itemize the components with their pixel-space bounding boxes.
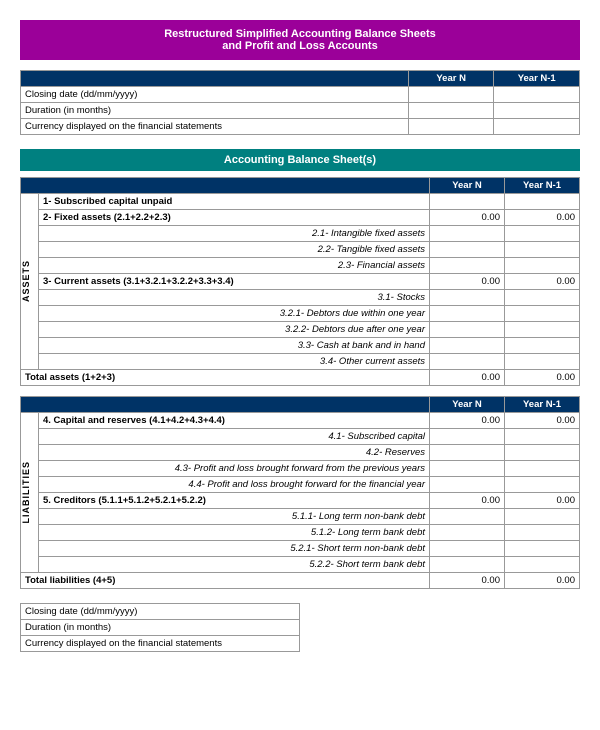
- lt-bank-label: 5.1.2- Long term bank debt: [39, 525, 430, 541]
- assets-row-2: 2- Fixed assets (2.1+2.2+2.3) 0.00 0.00: [21, 210, 580, 226]
- bottom-row-3: Currency displayed on the financial stat…: [21, 636, 300, 652]
- fixed-assets-year-n: 0.00: [430, 210, 505, 226]
- liab-total-row: Total liabilities (4+5) 0.00 0.00: [21, 573, 580, 589]
- creditors-year-n: 0.00: [430, 493, 505, 509]
- subscribed-capital-label: 1- Subscribed capital unpaid: [39, 194, 430, 210]
- liab-row-10: 5.2.2- Short term bank debt: [21, 557, 580, 573]
- fixed-assets-year-n1: 0.00: [505, 210, 580, 226]
- assets-row-4: 2.2- Tangible fixed assets: [21, 242, 580, 258]
- liab-row-9: 5.2.1- Short term non-bank debt: [21, 541, 580, 557]
- currency-label: Currency displayed on the financial stat…: [21, 119, 409, 135]
- top-header-year-n1: Year N-1: [494, 71, 580, 87]
- total-assets-year-n: 0.00: [430, 370, 505, 386]
- liab-row-4: 4.3- Profit and loss brought forward fro…: [21, 461, 580, 477]
- current-assets-year-n: 0.00: [430, 274, 505, 290]
- main-title: Restructured Simplified Accounting Balan…: [20, 20, 580, 60]
- reserves-label: 4.2- Reserves: [39, 445, 430, 461]
- assets-header-year-n1: Year N-1: [505, 178, 580, 194]
- total-assets-label: Total assets (1+2+3): [21, 370, 430, 386]
- bottom-info-table: Closing date (dd/mm/yyyy) Duration (in m…: [20, 603, 300, 652]
- creditors-label: 5. Creditors (5.1.1+5.1.2+5.2.1+5.2.2): [39, 493, 430, 509]
- liab-rotated-label: LIABILITIES: [21, 413, 39, 573]
- financial-assets-label: 2.3- Financial assets: [39, 258, 430, 274]
- total-assets-year-n1: 0.00: [505, 370, 580, 386]
- assets-table: Year N Year N-1 ASSETS 1- Subscribed cap…: [20, 177, 580, 386]
- assets-rotated-label: ASSETS: [21, 194, 39, 370]
- total-liab-year-n1: 0.00: [505, 573, 580, 589]
- fixed-assets-label: 2- Fixed assets (2.1+2.2+2.3): [39, 210, 430, 226]
- assets-header-empty: [21, 178, 430, 194]
- pl-previous-label: 4.3- Profit and loss brought forward fro…: [39, 461, 430, 477]
- other-current-label: 3.4- Other current assets: [39, 354, 430, 370]
- assets-header-year-n: Year N: [430, 178, 505, 194]
- st-bank-label: 5.2.2- Short term bank debt: [39, 557, 430, 573]
- debtors-within-label: 3.2.1- Debtors due within one year: [39, 306, 430, 322]
- closing-date-label: Closing date (dd/mm/yyyy): [21, 87, 409, 103]
- debtors-after-label: 3.2.2- Debtors due after one year: [39, 322, 430, 338]
- top-info-table: Year N Year N-1 Closing date (dd/mm/yyyy…: [20, 70, 580, 135]
- assets-row-9: 3.2.2- Debtors due after one year: [21, 322, 580, 338]
- liab-row-3: 4.2- Reserves: [21, 445, 580, 461]
- assets-total-row: Total assets (1+2+3) 0.00 0.00: [21, 370, 580, 386]
- bottom-row-1: Closing date (dd/mm/yyyy): [21, 604, 300, 620]
- top-info-row-3: Currency displayed on the financial stat…: [21, 119, 580, 135]
- liab-row-6: 5. Creditors (5.1.1+5.1.2+5.2.1+5.2.2) 0…: [21, 493, 580, 509]
- stocks-label: 3.1- Stocks: [39, 290, 430, 306]
- assets-row-10: 3.3- Cash at bank and in hand: [21, 338, 580, 354]
- st-nonbank-label: 5.2.1- Short term non-bank debt: [39, 541, 430, 557]
- total-liab-year-n: 0.00: [430, 573, 505, 589]
- duration-label: Duration (in months): [21, 103, 409, 119]
- liab-row-5: 4.4- Profit and loss brought forward for…: [21, 477, 580, 493]
- top-info-row-2: Duration (in months): [21, 103, 580, 119]
- capital-reserves-year-n: 0.00: [430, 413, 505, 429]
- top-header-year-n: Year N: [408, 71, 494, 87]
- assets-row-7: 3.1- Stocks: [21, 290, 580, 306]
- assets-row-11: 3.4- Other current assets: [21, 354, 580, 370]
- bottom-duration-label: Duration (in months): [21, 620, 300, 636]
- current-assets-year-n1: 0.00: [505, 274, 580, 290]
- liab-row-7: 5.1.1- Long term non-bank debt: [21, 509, 580, 525]
- lt-nonbank-label: 5.1.1- Long term non-bank debt: [39, 509, 430, 525]
- balance-sheet-title: Accounting Balance Sheet(s): [20, 149, 580, 171]
- assets-row-5: 2.3- Financial assets: [21, 258, 580, 274]
- top-header-empty: [21, 71, 409, 87]
- current-assets-label: 3- Current assets (3.1+3.2.1+3.2.2+3.3+3…: [39, 274, 430, 290]
- liab-row-8: 5.1.2- Long term bank debt: [21, 525, 580, 541]
- top-info-row-1: Closing date (dd/mm/yyyy): [21, 87, 580, 103]
- bottom-row-2: Duration (in months): [21, 620, 300, 636]
- liab-header-empty: [21, 397, 430, 413]
- liab-header-year-n1: Year N-1: [505, 397, 580, 413]
- liab-row-2: 4.1- Subscribed capital: [21, 429, 580, 445]
- tangible-label: 2.2- Tangible fixed assets: [39, 242, 430, 258]
- assets-row-1: ASSETS 1- Subscribed capital unpaid: [21, 194, 580, 210]
- assets-row-8: 3.2.1- Debtors due within one year: [21, 306, 580, 322]
- bottom-closing-label: Closing date (dd/mm/yyyy): [21, 604, 300, 620]
- liab-header-year-n: Year N: [430, 397, 505, 413]
- cash-label: 3.3- Cash at bank and in hand: [39, 338, 430, 354]
- subscribed-cap-label: 4.1- Subscribed capital: [39, 429, 430, 445]
- creditors-year-n1: 0.00: [505, 493, 580, 509]
- total-liab-label: Total liabilities (4+5): [21, 573, 430, 589]
- capital-reserves-year-n1: 0.00: [505, 413, 580, 429]
- intangible-label: 2.1- Intangible fixed assets: [39, 226, 430, 242]
- liab-row-1: LIABILITIES 4. Capital and reserves (4.1…: [21, 413, 580, 429]
- pl-financial-label: 4.4- Profit and loss brought forward for…: [39, 477, 430, 493]
- bottom-currency-label: Currency displayed on the financial stat…: [21, 636, 300, 652]
- capital-reserves-label: 4. Capital and reserves (4.1+4.2+4.3+4.4…: [39, 413, 430, 429]
- assets-row-3: 2.1- Intangible fixed assets: [21, 226, 580, 242]
- liabilities-table: Year N Year N-1 LIABILITIES 4. Capital a…: [20, 396, 580, 589]
- assets-row-6: 3- Current assets (3.1+3.2.1+3.2.2+3.3+3…: [21, 274, 580, 290]
